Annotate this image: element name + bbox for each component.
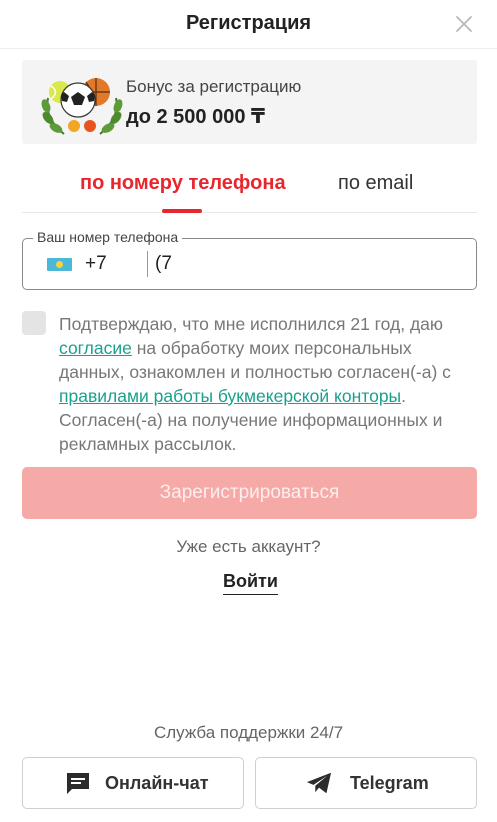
registration-method-tabs: по номеру телефона по email [22, 160, 477, 213]
phone-field-label: Ваш номер телефона [33, 229, 183, 245]
sports-balls-laurel-icon [41, 78, 123, 135]
register-button[interactable]: Зарегистрироваться [22, 467, 477, 519]
close-icon[interactable] [453, 13, 475, 35]
telegram-label: Telegram [350, 773, 429, 793]
login-link[interactable]: Войти [223, 571, 278, 595]
consent-text: Подтверждаю, что мне исполнился 21 год, … [59, 312, 479, 456]
kazakhstan-flag-icon[interactable] [47, 258, 72, 271]
tab-email[interactable]: по email [338, 172, 413, 195]
bonus-amount: до 2 500 000 ₸ [126, 106, 265, 128]
bonus-banner: Бонус за регистрацию до 2 500 000 ₸ [22, 60, 477, 144]
consent-link[interactable]: согласие [59, 338, 132, 358]
registration-page: Регистрация Бонус за регистрацию до 2 50… [0, 0, 497, 822]
consent-text-part: Подтверждаю, что мне исполнился 21 год, … [59, 314, 444, 334]
header: Регистрация [0, 0, 497, 49]
online-chat-label: Онлайн-чат [105, 773, 209, 793]
chat-message-icon [67, 773, 89, 794]
flag-sun-icon [56, 261, 63, 268]
rules-link[interactable]: правилами работы букмекерской конторы [59, 386, 401, 406]
page-title: Регистрация [185, 12, 312, 34]
telegram-button[interactable]: Telegram [255, 757, 477, 809]
online-chat-button[interactable]: Онлайн-чат [22, 757, 244, 809]
phone-input[interactable] [155, 249, 455, 279]
telegram-plane-icon [306, 772, 332, 794]
tab-phone[interactable]: по номеру телефона [80, 172, 286, 195]
active-tab-indicator [162, 209, 202, 213]
support-label: Служба поддержки 24/7 [153, 723, 344, 742]
country-code[interactable]: +7 [85, 253, 107, 275]
phone-divider [147, 251, 148, 277]
bonus-label: Бонус за регистрацию [126, 77, 302, 96]
phone-field[interactable]: Ваш номер телефона +7 [22, 229, 477, 290]
consent-checkbox[interactable] [22, 311, 46, 335]
have-account-text: Уже есть аккаунт? [176, 537, 321, 556]
